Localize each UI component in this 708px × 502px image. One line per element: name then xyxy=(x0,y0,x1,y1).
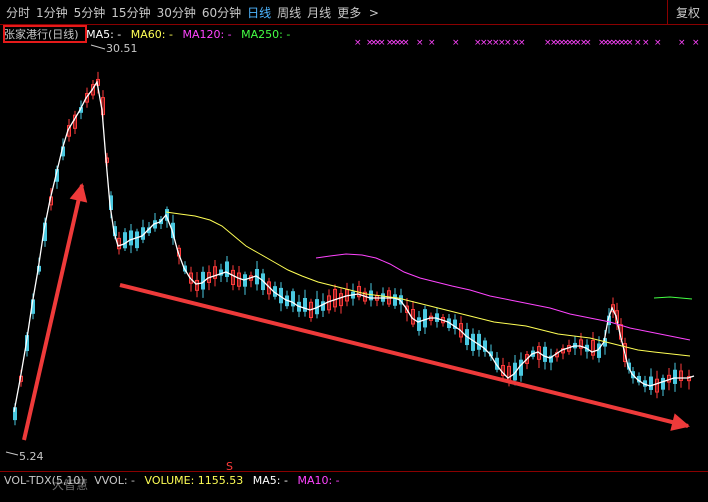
candle-down xyxy=(321,301,325,311)
signal-marker: × xyxy=(518,38,526,48)
candle-down xyxy=(519,359,523,376)
ma120-legend: MA120: - xyxy=(182,28,232,41)
signal-marker: × xyxy=(504,38,512,48)
signal-marker: × xyxy=(654,38,662,48)
candle-down xyxy=(225,261,229,277)
stock-title: 张家港行(日线) xyxy=(4,28,79,41)
tab-daily[interactable]: 日线 xyxy=(247,4,271,21)
trend-arrows xyxy=(22,183,690,441)
candles-layer xyxy=(13,71,691,426)
signal-marker: × xyxy=(428,38,436,48)
candle-down xyxy=(649,376,653,390)
tab-30min[interactable]: 30分钟 xyxy=(157,4,196,21)
low-price-label: 5.24 xyxy=(19,450,44,463)
candle-down xyxy=(129,230,133,246)
ma5-line xyxy=(13,80,695,413)
restore-rights-button[interactable]: 复权 xyxy=(667,0,708,24)
candle-down xyxy=(661,377,665,390)
candle-down xyxy=(417,317,421,331)
candle-down xyxy=(393,294,397,306)
signal-marker: × xyxy=(678,38,686,48)
chevron-right-icon: > xyxy=(365,5,379,20)
tab-60min[interactable]: 60分钟 xyxy=(202,4,241,21)
ma250-line xyxy=(653,296,693,300)
signal-marker: × xyxy=(378,38,386,48)
period-toolbar: 分时 1分钟 5分钟 15分钟 30分钟 60分钟 日线 周线 月线 更多 > … xyxy=(0,0,708,25)
tab-1min[interactable]: 1分钟 xyxy=(36,4,68,21)
signal-marker: × xyxy=(642,38,650,48)
signal-marker: × xyxy=(416,38,424,48)
trend-arrow-head xyxy=(670,413,690,431)
tab-weekly[interactable]: 周线 xyxy=(277,4,301,21)
candle-down xyxy=(673,369,677,384)
low-price-annotation: 5.24 xyxy=(5,450,44,463)
more-menu-button[interactable]: 更多 > xyxy=(337,4,379,21)
ma-legend: 张家港行(日线) MA5: - MA60: - MA120: - MA250: … xyxy=(4,26,296,42)
signal-marker: × xyxy=(626,38,634,48)
candlestick-chart[interactable]: × ×××× ××××× × × × ×××××× ×× ×××××××××× ×××××××× ×… xyxy=(0,25,708,470)
candle-down xyxy=(135,231,139,249)
signal-markers: × ×××× ××××× × × × ×××××× ×× ×××××××××× ×××××××× ×… xyxy=(354,38,700,48)
candle-down xyxy=(543,346,547,362)
tab-15min[interactable]: 15分钟 xyxy=(111,4,150,21)
ma250-legend: MA250: - xyxy=(241,28,291,41)
vol-ma10-legend: MA10: - xyxy=(297,474,340,487)
high-price-annotation: 30.51 xyxy=(90,42,138,55)
ma60-legend: MA60: - xyxy=(130,28,173,41)
watermark-logo: 大智慧 xyxy=(52,478,89,492)
signal-marker: × xyxy=(584,38,592,48)
sell-signal-marker: S xyxy=(226,460,233,470)
candle-down xyxy=(123,232,127,249)
trend-arrow-head xyxy=(69,183,88,203)
tab-fenshi[interactable]: 分时 xyxy=(6,4,30,21)
more-label: 更多 xyxy=(337,5,362,20)
signal-marker: × xyxy=(634,38,642,48)
vvol-legend: VVOL: - xyxy=(94,474,136,487)
signal-marker: × xyxy=(402,38,410,48)
signal-marker: × xyxy=(452,38,460,48)
candle-down xyxy=(423,309,427,328)
tab-5min[interactable]: 5分钟 xyxy=(74,4,106,21)
candle-down xyxy=(471,333,475,351)
volume-value-legend: VOLUME: 1155.53 xyxy=(144,474,244,487)
signal-marker: × xyxy=(354,38,362,48)
tab-monthly[interactable]: 月线 xyxy=(307,4,331,21)
high-price-label: 30.51 xyxy=(106,42,138,55)
vol-ma5-legend: MA5: - xyxy=(252,474,288,487)
ma5-legend: MA5: - xyxy=(86,28,122,41)
candle-down xyxy=(477,333,481,350)
signal-marker: × xyxy=(692,38,700,48)
